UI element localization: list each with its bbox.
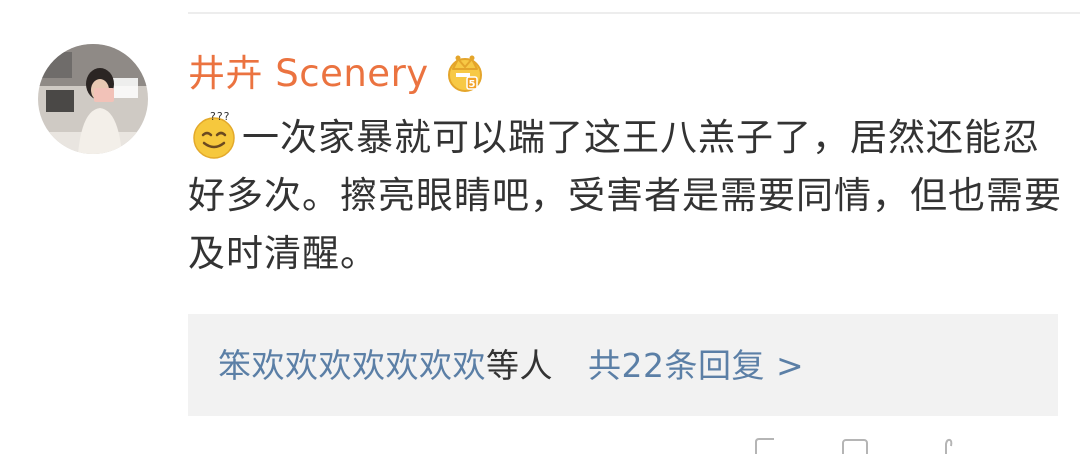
svg-text:5: 5 xyxy=(468,79,475,90)
comment-text: 一次家暴就可以踹了这王八羔子了，居然还能忍好多次。擦亮眼睛吧，受害者是需要同情，… xyxy=(188,116,1062,275)
comment-card: 井卉 Scenery 5 ??? 一次家暴就可以踹了这王八羔子了，居然还能忍好多 xyxy=(0,0,1080,454)
reply-suffix: 等人 xyxy=(486,345,553,385)
share-icon[interactable] xyxy=(752,438,782,454)
reply-users-link[interactable]: 笨欢欢欢欢欢欢欢 xyxy=(218,346,486,385)
avatar[interactable] xyxy=(38,44,148,154)
svg-text:???: ??? xyxy=(210,110,231,123)
chevron-right-icon: > xyxy=(776,345,805,385)
comment-body: ??? 一次家暴就可以踹了这王八羔子了，居然还能忍好多次。擦亮眼睛吧，受害者是需… xyxy=(188,108,1068,283)
sweat-smile-emoji-icon: ??? xyxy=(188,108,240,160)
like-icon[interactable] xyxy=(932,438,962,454)
username[interactable]: 井卉 Scenery xyxy=(188,55,429,92)
divider xyxy=(188,12,1080,14)
avatar-photo xyxy=(38,44,148,154)
replies-summary[interactable]: 笨欢欢欢欢欢欢欢等人 共22条回复 > xyxy=(188,314,1058,416)
reply-count-text: 共22条回复 xyxy=(588,345,765,385)
action-toolbar xyxy=(0,438,1080,454)
crown-vip-badge-icon: 5 xyxy=(443,51,487,95)
reply-count-link[interactable]: 共22条回复 > xyxy=(588,346,804,385)
comment-icon[interactable] xyxy=(840,438,870,454)
username-row: 井卉 Scenery 5 xyxy=(188,40,487,106)
